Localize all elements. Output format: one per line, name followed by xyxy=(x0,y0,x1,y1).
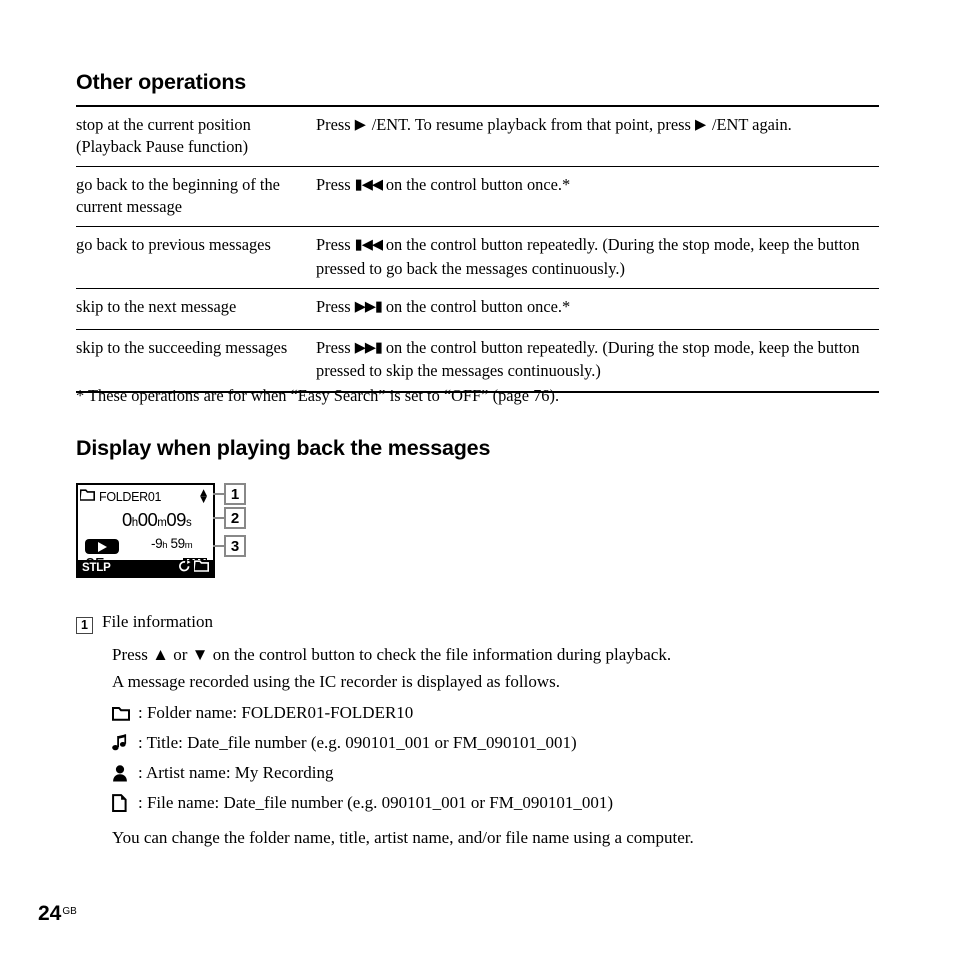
table-row: go back to the beginning of the current … xyxy=(76,166,879,227)
instruction-text-post: /ENT again. xyxy=(711,115,792,134)
operation-label: go back to the beginning of the current … xyxy=(76,166,316,227)
play-icon: ▶ xyxy=(694,117,706,133)
callout-marker-1: 1 xyxy=(76,616,93,634)
instruction-text-post: on the control button repeatedly. (Durin… xyxy=(316,337,860,381)
instruction-text-pre: Press xyxy=(316,297,355,316)
recording-mode-label: STLP xyxy=(82,562,111,574)
table-row: go back to previous messages Press ▮◀◀ o… xyxy=(76,226,879,289)
operation-label: skip to the succeeding messages xyxy=(76,329,316,393)
region-code: GB xyxy=(62,905,77,917)
other-operations-table: stop at the current position (Playback P… xyxy=(76,105,879,393)
remaining-hours-unit: h xyxy=(162,540,168,551)
instruction-text-mid: /ENT. To resume playback from that point… xyxy=(371,115,695,134)
lcd-folder-row: FOLDER01 ▲ ▼ xyxy=(78,487,211,507)
page-footer: 24GB xyxy=(38,902,77,926)
lcd-status-bar: STLP xyxy=(78,560,213,576)
table-footnote: * These operations are for when “Easy Se… xyxy=(76,386,560,405)
file-information-label: File information xyxy=(102,612,213,631)
heading-display-when-playing-back: Display when playing back the messages xyxy=(76,436,491,460)
operation-instruction: Press ▶/ENT. To resume playback from tha… xyxy=(316,105,879,167)
file-information-list: : Folder name: FOLDER01-FOLDER10 : Title… xyxy=(112,702,613,822)
lcd-folder-name: FOLDER01 xyxy=(99,490,162,504)
press-instruction-text: Press ▲ or ▼ on the control button to ch… xyxy=(112,645,672,664)
computer-edit-note: You can change the folder name, title, a… xyxy=(112,828,694,847)
list-item: : Artist name: My Recording xyxy=(112,762,613,792)
elapsed-minutes: 00 xyxy=(137,509,158,530)
folder-icon xyxy=(192,559,209,577)
callout-marker-3: 3 xyxy=(224,535,246,557)
page-number: 24 xyxy=(38,902,62,925)
table-row: skip to the succeeding messages Press ▶▶… xyxy=(76,329,879,393)
rewind-icon: ▮◀◀ xyxy=(354,237,383,253)
lcd-screen: FOLDER01 ▲▼ 0h00m09s -9h 59m 05/06 STLP xyxy=(76,483,215,578)
list-item-label: : Folder name: FOLDER01-FOLDER10 xyxy=(138,703,414,722)
message-display-text: A message recorded using the IC recorder… xyxy=(112,672,561,691)
play-icon: ▶ xyxy=(354,117,366,133)
instruction-text-pre: Press xyxy=(316,115,355,134)
list-item: : File name: Date_file number (e.g. 0901… xyxy=(112,792,613,822)
music-note-icon xyxy=(112,732,138,754)
document-page: Other operations stop at the current pos… xyxy=(0,0,954,954)
file-icon xyxy=(112,792,138,814)
list-item: : Title: Date_file number (e.g. 090101_0… xyxy=(112,732,613,762)
list-item-label: : Artist name: My Recording xyxy=(138,763,334,782)
remaining-minutes: 59 xyxy=(170,536,185,551)
lcd-display-figure: FOLDER01 ▲▼ 0h00m09s -9h 59m 05/06 STLP xyxy=(76,483,246,578)
list-item-label: : File name: Date_file number (e.g. 0901… xyxy=(138,793,613,812)
operation-label: go back to previous messages xyxy=(76,226,316,289)
elapsed-seconds-unit: s xyxy=(185,517,192,529)
lcd-remaining-time: -9h 59m xyxy=(151,536,193,551)
remaining-minutes-unit: m xyxy=(184,540,193,551)
up-down-arrows-icon: ▲ ▼ xyxy=(200,488,207,505)
list-item-label: : Title: Date_file number (e.g. 090101_0… xyxy=(138,733,577,752)
rewind-icon: ▮◀◀ xyxy=(354,177,383,193)
folder-icon xyxy=(78,488,95,506)
lcd-elapsed-time: 0h00m09s xyxy=(122,509,192,531)
callout-marker-1: 1 xyxy=(224,483,246,505)
operation-instruction: Press ▶▶▮ on the control button repeated… xyxy=(316,329,879,393)
play-status-icon xyxy=(85,539,119,554)
fast-forward-icon: ▶▶▮ xyxy=(354,339,383,356)
operation-instruction: Press ▶▶▮ on the control button once.* xyxy=(316,288,879,330)
table-row: stop at the current position (Playback P… xyxy=(76,105,879,167)
list-item: : Folder name: FOLDER01-FOLDER10 xyxy=(112,702,613,732)
instruction-text-post: on the control button once.* xyxy=(381,175,571,194)
person-icon xyxy=(112,762,138,784)
elapsed-minutes-unit: m xyxy=(157,517,167,529)
remaining-hours: -9 xyxy=(151,536,163,551)
elapsed-seconds: 09 xyxy=(166,509,186,530)
instruction-text-post: on the control button repeatedly. (Durin… xyxy=(316,235,860,278)
instruction-text-pre: Press xyxy=(316,337,355,357)
callout-marker-2: 2 xyxy=(224,507,246,529)
operation-instruction: Press ▮◀◀ on the control button once.* xyxy=(316,166,879,227)
instruction-text-pre: Press xyxy=(316,235,355,254)
file-information-item: 1 File information xyxy=(76,612,213,634)
lcd-status-icons xyxy=(178,559,209,577)
operation-label: stop at the current position (Playback P… xyxy=(76,105,316,167)
fast-forward-icon: ▶▶▮ xyxy=(354,299,383,315)
repeat-icon xyxy=(178,559,191,577)
instruction-text-post: on the control button once.* xyxy=(381,297,571,316)
heading-other-operations: Other operations xyxy=(76,70,247,94)
elapsed-hours: 0 xyxy=(122,509,132,530)
table-row: skip to the next message Press ▶▶▮ on th… xyxy=(76,288,879,330)
instruction-text-pre: Press xyxy=(316,175,355,194)
operation-label: skip to the next message xyxy=(76,288,316,330)
operation-instruction: Press ▮◀◀ on the control button repeated… xyxy=(316,226,879,289)
folder-icon xyxy=(112,702,138,724)
